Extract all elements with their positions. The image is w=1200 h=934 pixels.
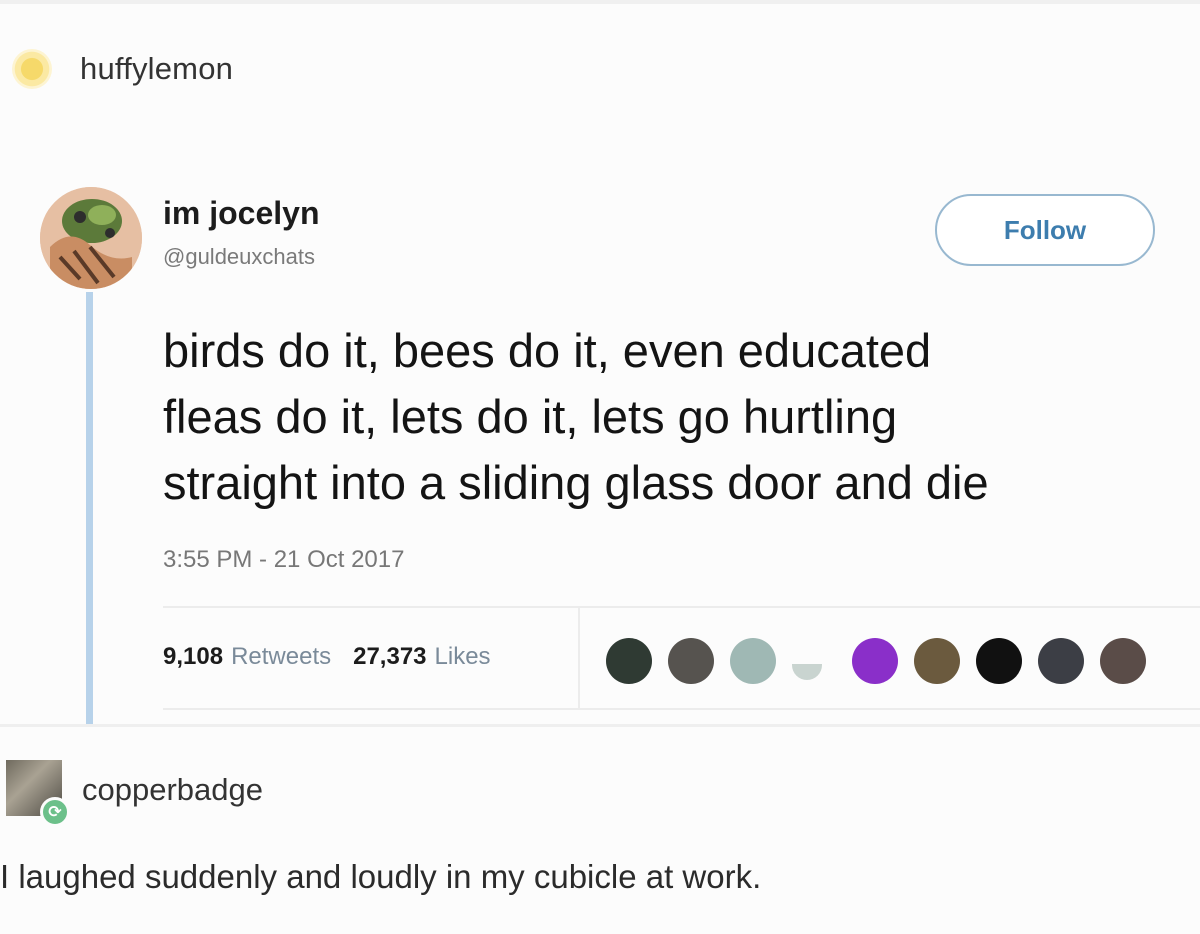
liker-avatar[interactable]	[730, 638, 776, 684]
stats-divider-bottom	[163, 708, 1200, 710]
tumblr-post: huffylemon im jocelyn @guldeuxchats Foll…	[0, 0, 1200, 934]
thread-line	[86, 292, 93, 724]
section-separator	[0, 724, 1200, 727]
liker-avatar[interactable]	[1100, 638, 1146, 684]
liker-avatar[interactable]	[606, 638, 652, 684]
stats-divider-top	[163, 606, 1200, 608]
retweets-label[interactable]: Retweets	[231, 643, 331, 671]
follow-button[interactable]: Follow	[935, 194, 1155, 266]
liker-avatar[interactable]	[668, 638, 714, 684]
retweets-count[interactable]: 9,108	[163, 643, 223, 671]
post-username[interactable]: huffylemon	[80, 51, 233, 87]
liker-avatar[interactable]	[976, 638, 1022, 684]
avatar-illustration	[40, 187, 142, 289]
post-header: huffylemon	[12, 44, 233, 94]
reblog-username[interactable]: copperbadge	[82, 772, 263, 808]
tweet-timestamp[interactable]: 3:55 PM - 21 Oct 2017	[163, 546, 404, 574]
liker-avatar[interactable]	[792, 664, 822, 680]
reblog-icon: ⟳	[40, 797, 70, 827]
likes-count[interactable]: 27,373	[353, 643, 426, 671]
liker-avatar[interactable]	[852, 638, 898, 684]
likes-label[interactable]: Likes	[435, 643, 491, 671]
liker-avatar[interactable]	[1038, 638, 1084, 684]
tweet-stats: 9,108 Retweets 27,373 Likes	[163, 643, 505, 671]
liker-avatars	[606, 636, 1166, 686]
stats-divider-vertical	[578, 608, 580, 708]
tweet-avatar[interactable]	[40, 187, 142, 289]
liker-avatar[interactable]	[914, 638, 960, 684]
reblog-comment: I laughed suddenly and loudly in my cubi…	[0, 858, 762, 895]
top-border	[0, 0, 1200, 4]
sun-avatar-icon[interactable]	[12, 49, 52, 89]
tweet-handle[interactable]: @guldeuxchats	[163, 244, 315, 270]
tweet-text: birds do it, bees do it, even educated f…	[163, 324, 989, 509]
tweet-display-name[interactable]: im jocelyn	[163, 195, 320, 232]
